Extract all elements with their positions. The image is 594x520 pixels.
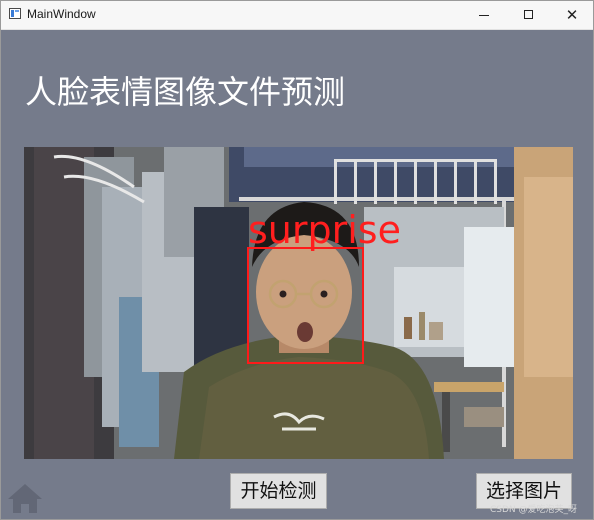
maximize-icon [524, 10, 533, 19]
window-title: MainWindow [27, 7, 96, 21]
emotion-label: surprise [248, 208, 401, 252]
minimize-button[interactable] [461, 1, 507, 29]
minimize-icon [479, 15, 489, 16]
app-window-icon [9, 8, 21, 19]
maximize-button[interactable] [506, 1, 552, 29]
close-icon: ✕ [565, 6, 579, 24]
title-bar[interactable]: MainWindow ✕ [1, 1, 593, 30]
start-detection-button[interactable]: 开始检测 [230, 473, 327, 509]
close-button[interactable]: ✕ [549, 1, 593, 29]
page-title: 人脸表情图像文件预测 [25, 73, 346, 111]
main-window: MainWindow ✕ 人脸表情图像文件预测 surprise 开始检测 选择… [0, 0, 594, 520]
face-detection-box [247, 247, 364, 364]
watermark-text: CSDN @爱吃泡芙_呀 [490, 505, 578, 515]
home-icon[interactable] [6, 481, 44, 515]
